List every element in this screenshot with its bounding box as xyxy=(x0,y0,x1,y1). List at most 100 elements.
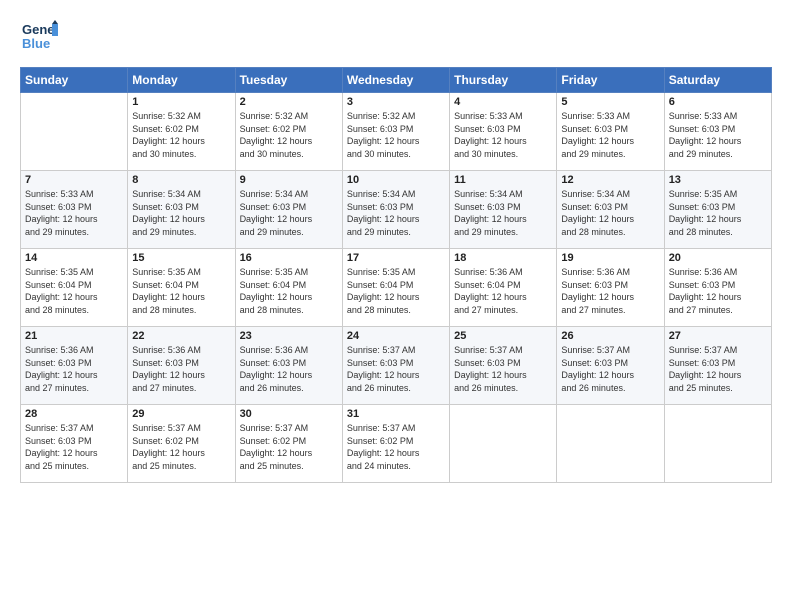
page-header: General Blue xyxy=(20,16,772,59)
cell-content: Sunrise: 5:36 AM Sunset: 6:03 PM Dayligh… xyxy=(132,344,230,394)
cell-content: Sunrise: 5:35 AM Sunset: 6:04 PM Dayligh… xyxy=(132,266,230,316)
day-number: 21 xyxy=(25,330,123,342)
day-number: 9 xyxy=(240,174,338,186)
calendar-cell: 30 Sunrise: 5:37 AM Sunset: 6:02 PM Dayli… xyxy=(235,405,342,483)
cell-content: Sunrise: 5:36 AM Sunset: 6:03 PM Dayligh… xyxy=(240,344,338,394)
calendar-cell: 27Sunrise: 5:37 AM Sunset: 6:03 PM Dayli… xyxy=(664,327,771,405)
header-monday: Monday xyxy=(128,68,235,93)
day-number: 2 xyxy=(240,96,338,108)
calendar-cell: 16 Sunrise: 5:35 AM Sunset: 6:04 PM Dayli… xyxy=(235,249,342,327)
calendar-cell: 11Sunrise: 5:34 AM Sunset: 6:03 PM Dayli… xyxy=(450,171,557,249)
day-number: 5 xyxy=(561,96,659,108)
cell-content: Sunrise: 5:32 AM Sunset: 6:02 PM Dayligh… xyxy=(240,110,338,160)
calendar-cell: 24 Sunrise: 5:37 AM Sunset: 6:03 PM Dayli… xyxy=(342,327,449,405)
header-friday: Friday xyxy=(557,68,664,93)
day-number: 13 xyxy=(669,174,767,186)
calendar-cell: 22 Sunrise: 5:36 AM Sunset: 6:03 PM Dayli… xyxy=(128,327,235,405)
calendar-cell: 6 Sunrise: 5:33 AM Sunset: 6:03 PM Daylig… xyxy=(664,93,771,171)
logo-image: General Blue xyxy=(20,16,58,59)
day-number: 11 xyxy=(454,174,552,186)
day-number: 30 xyxy=(240,408,338,420)
day-number: 25 xyxy=(454,330,552,342)
calendar-cell xyxy=(21,93,128,171)
calendar-cell xyxy=(557,405,664,483)
day-number: 31 xyxy=(347,408,445,420)
cell-content: Sunrise: 5:37 AM Sunset: 6:02 PM Dayligh… xyxy=(240,422,338,472)
calendar-cell: 5 Sunrise: 5:33 AM Sunset: 6:03 PM Daylig… xyxy=(557,93,664,171)
day-number: 22 xyxy=(132,330,230,342)
day-number: 19 xyxy=(561,252,659,264)
calendar-cell: 21 Sunrise: 5:36 AM Sunset: 6:03 PM Dayli… xyxy=(21,327,128,405)
header-wednesday: Wednesday xyxy=(342,68,449,93)
header-thursday: Thursday xyxy=(450,68,557,93)
cell-content: Sunrise: 5:36 AM Sunset: 6:03 PM Dayligh… xyxy=(561,266,659,316)
day-number: 7 xyxy=(25,174,123,186)
calendar-cell: 23 Sunrise: 5:36 AM Sunset: 6:03 PM Dayli… xyxy=(235,327,342,405)
calendar-cell: 26Sunrise: 5:37 AM Sunset: 6:03 PM Dayli… xyxy=(557,327,664,405)
day-number: 28 xyxy=(25,408,123,420)
header-saturday: Saturday xyxy=(664,68,771,93)
cell-content: Sunrise: 5:34 AM Sunset: 6:03 PM Dayligh… xyxy=(561,188,659,238)
day-number: 29 xyxy=(132,408,230,420)
cell-content: Sunrise: 5:32 AM Sunset: 6:02 PM Dayligh… xyxy=(132,110,230,160)
day-number: 12 xyxy=(561,174,659,186)
cell-content: Sunrise: 5:34 AM Sunset: 6:03 PM Dayligh… xyxy=(132,188,230,238)
cell-content: Sunrise: 5:32 AM Sunset: 6:03 PM Dayligh… xyxy=(347,110,445,160)
calendar-cell: 3 Sunrise: 5:32 AM Sunset: 6:03 PM Daylig… xyxy=(342,93,449,171)
cell-content: Sunrise: 5:33 AM Sunset: 6:03 PM Dayligh… xyxy=(561,110,659,160)
header-tuesday: Tuesday xyxy=(235,68,342,93)
calendar-cell: 20 Sunrise: 5:36 AM Sunset: 6:03 PM Dayli… xyxy=(664,249,771,327)
day-number: 3 xyxy=(347,96,445,108)
calendar-cell: 19 Sunrise: 5:36 AM Sunset: 6:03 PM Dayli… xyxy=(557,249,664,327)
day-number: 10 xyxy=(347,174,445,186)
calendar-cell: 12 Sunrise: 5:34 AM Sunset: 6:03 PM Dayli… xyxy=(557,171,664,249)
cell-content: Sunrise: 5:37 AM Sunset: 6:03 PM Dayligh… xyxy=(669,344,767,394)
calendar-cell: 28 Sunrise: 5:37 AM Sunset: 6:03 PM Dayli… xyxy=(21,405,128,483)
calendar-cell: 31 Sunrise: 5:37 AM Sunset: 6:02 PM Dayli… xyxy=(342,405,449,483)
calendar-cell: 18Sunrise: 5:36 AM Sunset: 6:04 PM Dayli… xyxy=(450,249,557,327)
cell-content: Sunrise: 5:36 AM Sunset: 6:03 PM Dayligh… xyxy=(25,344,123,394)
calendar-cell: 10 Sunrise: 5:34 AM Sunset: 6:03 PM Dayli… xyxy=(342,171,449,249)
day-number: 8 xyxy=(132,174,230,186)
calendar-cell: 17 Sunrise: 5:35 AM Sunset: 6:04 PM Dayli… xyxy=(342,249,449,327)
cell-content: Sunrise: 5:37 AM Sunset: 6:02 PM Dayligh… xyxy=(347,422,445,472)
calendar-cell: 1 Sunrise: 5:32 AM Sunset: 6:02 PM Daylig… xyxy=(128,93,235,171)
day-number: 24 xyxy=(347,330,445,342)
calendar-cell: 13Sunrise: 5:35 AM Sunset: 6:03 PM Dayli… xyxy=(664,171,771,249)
logo: General Blue xyxy=(20,16,58,59)
day-number: 18 xyxy=(454,252,552,264)
day-number: 15 xyxy=(132,252,230,264)
calendar-week-5: 28 Sunrise: 5:37 AM Sunset: 6:03 PM Dayli… xyxy=(21,405,772,483)
day-number: 20 xyxy=(669,252,767,264)
day-number: 17 xyxy=(347,252,445,264)
cell-content: Sunrise: 5:36 AM Sunset: 6:03 PM Dayligh… xyxy=(669,266,767,316)
cell-content: Sunrise: 5:35 AM Sunset: 6:04 PM Dayligh… xyxy=(347,266,445,316)
cell-content: Sunrise: 5:37 AM Sunset: 6:03 PM Dayligh… xyxy=(347,344,445,394)
day-number: 26 xyxy=(561,330,659,342)
cell-content: Sunrise: 5:34 AM Sunset: 6:03 PM Dayligh… xyxy=(347,188,445,238)
svg-text:Blue: Blue xyxy=(22,36,50,51)
calendar-cell: 2 Sunrise: 5:32 AM Sunset: 6:02 PM Daylig… xyxy=(235,93,342,171)
calendar-cell xyxy=(664,405,771,483)
cell-content: Sunrise: 5:35 AM Sunset: 6:04 PM Dayligh… xyxy=(25,266,123,316)
header-sunday: Sunday xyxy=(21,68,128,93)
cell-content: Sunrise: 5:37 AM Sunset: 6:03 PM Dayligh… xyxy=(25,422,123,472)
cell-content: Sunrise: 5:37 AM Sunset: 6:03 PM Dayligh… xyxy=(454,344,552,394)
calendar-table: SundayMondayTuesdayWednesdayThursdayFrid… xyxy=(20,67,772,483)
day-number: 1 xyxy=(132,96,230,108)
day-number: 16 xyxy=(240,252,338,264)
day-number: 4 xyxy=(454,96,552,108)
cell-content: Sunrise: 5:35 AM Sunset: 6:04 PM Dayligh… xyxy=(240,266,338,316)
calendar-week-1: 1 Sunrise: 5:32 AM Sunset: 6:02 PM Daylig… xyxy=(21,93,772,171)
calendar-cell: 9 Sunrise: 5:34 AM Sunset: 6:03 PM Daylig… xyxy=(235,171,342,249)
calendar-cell: 7 Sunrise: 5:33 AM Sunset: 6:03 PM Daylig… xyxy=(21,171,128,249)
cell-content: Sunrise: 5:33 AM Sunset: 6:03 PM Dayligh… xyxy=(25,188,123,238)
calendar-cell: 25 Sunrise: 5:37 AM Sunset: 6:03 PM Dayli… xyxy=(450,327,557,405)
day-number: 6 xyxy=(669,96,767,108)
cell-content: Sunrise: 5:33 AM Sunset: 6:03 PM Dayligh… xyxy=(669,110,767,160)
calendar-cell: 14Sunrise: 5:35 AM Sunset: 6:04 PM Dayli… xyxy=(21,249,128,327)
calendar-cell: 29 Sunrise: 5:37 AM Sunset: 6:02 PM Dayli… xyxy=(128,405,235,483)
day-number: 23 xyxy=(240,330,338,342)
cell-content: Sunrise: 5:37 AM Sunset: 6:02 PM Dayligh… xyxy=(132,422,230,472)
cell-content: Sunrise: 5:34 AM Sunset: 6:03 PM Dayligh… xyxy=(240,188,338,238)
